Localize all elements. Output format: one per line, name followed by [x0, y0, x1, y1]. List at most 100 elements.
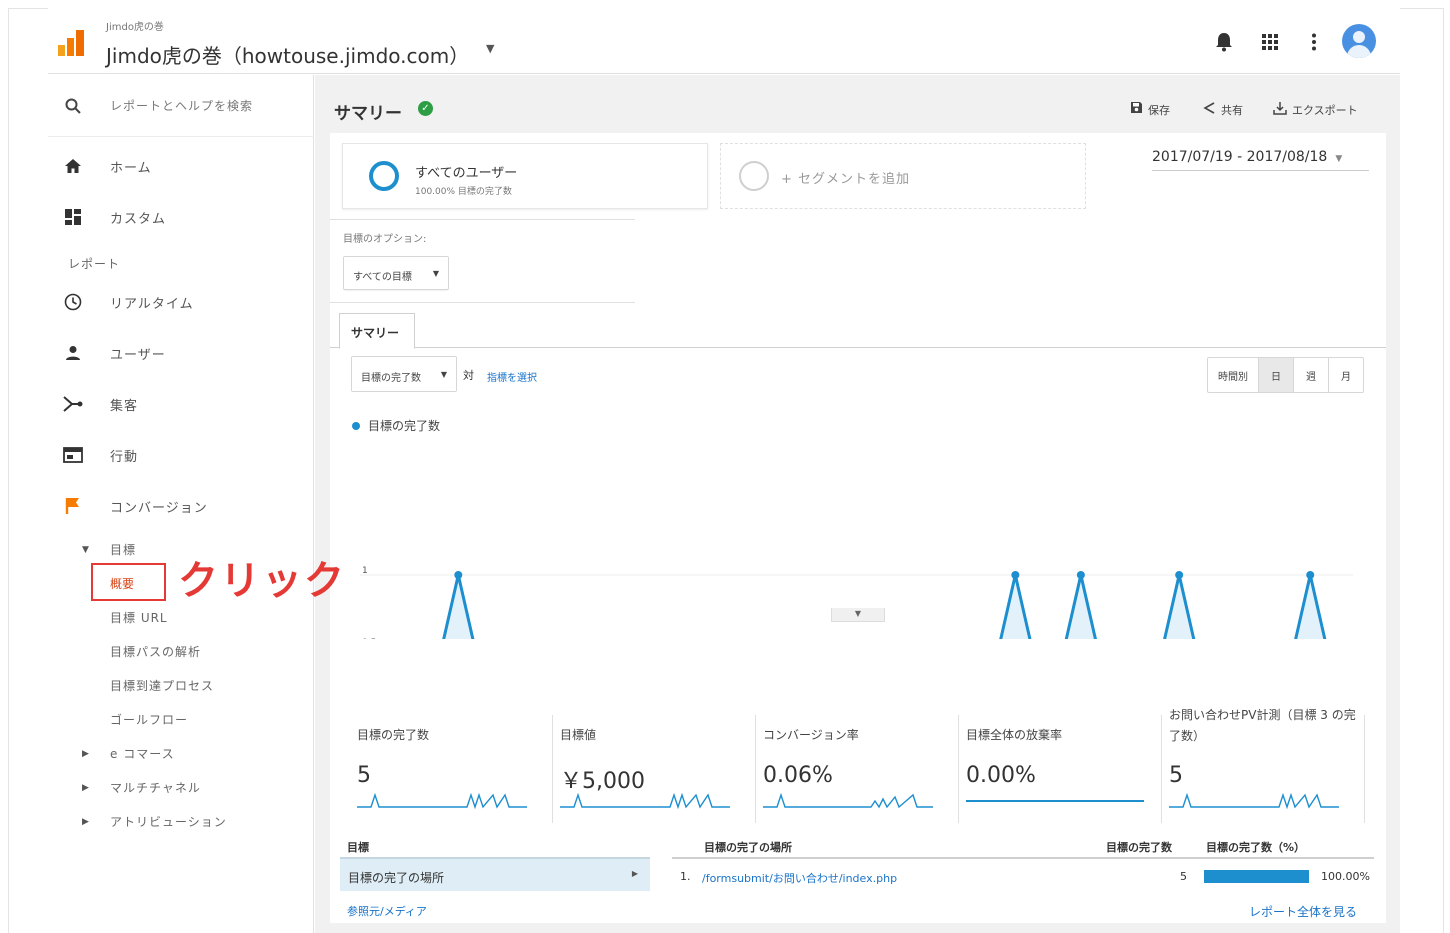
segment-all-users[interactable]: すべてのユーザー 100.00% 目標の完了数: [342, 143, 708, 209]
add-segment-button[interactable]: + セグメントを追加: [720, 143, 1086, 209]
more-vert-icon[interactable]: [1302, 30, 1326, 54]
flag-icon: [62, 495, 84, 517]
goal-completions-chart: 10.57月22日7月29日8月5日8月12日: [360, 566, 1353, 639]
verified-check-icon: ✓: [418, 101, 433, 116]
goal-dimension-selected[interactable]: 目標の完了の場所 ▶: [340, 857, 650, 891]
row-index: 1.: [680, 870, 691, 883]
data-point: [1076, 571, 1085, 579]
scorecard-title: コンバージョン率: [763, 728, 859, 742]
account-view-title[interactable]: Jimdo虎の巻（howtouse.jimdo.com）: [106, 40, 469, 69]
sidebar-section-reports: レポート: [68, 257, 121, 271]
scorecard-sparkline: [966, 800, 1144, 802]
sidebar-item-conversions[interactable]: コンバージョン: [48, 485, 314, 525]
scorecard-title: 目標値: [560, 728, 597, 742]
scorecards: 目標の完了数 5 目標値 ￥5,000 コンバージョン率 0.06% 目標全体の放棄率 0.0…: [330, 708, 1386, 835]
sidebar-item-goal-flow[interactable]: ゴールフロー: [110, 711, 188, 728]
sparkline-path: [763, 793, 933, 809]
export-icon: [1273, 101, 1287, 119]
table-row: 1. /formsubmit/お問い合わせ/index.php 5 100.00…: [672, 857, 1374, 891]
sidebar-item-multichannel[interactable]: マルチチャネル: [110, 779, 201, 796]
sparkline-path: [560, 793, 730, 810]
sidebar-item-goals[interactable]: 目標: [110, 541, 136, 558]
app-header: Jimdo虎の巻 Jimdo虎の巻（howtouse.jimdo.com） ▼: [48, 8, 1400, 74]
home-icon: [62, 155, 84, 177]
sidebar-item-label: ユーザー: [110, 348, 166, 363]
sidebar-item-home[interactable]: ホーム: [48, 145, 314, 185]
scorecard[interactable]: お問い合わせPV計測（目標 3 の完了数） 5: [1162, 708, 1365, 823]
sidebar-item-goals-overview[interactable]: 概要: [91, 563, 166, 601]
scorecard-title: 目標全体の放棄率: [966, 728, 1063, 742]
goal-completion-pct-bar: [1204, 870, 1309, 883]
bell-icon[interactable]: [1212, 30, 1236, 54]
scorecard-sparkline: [763, 793, 933, 809]
collapsed-arrow-icon[interactable]: ▶: [82, 783, 89, 793]
sparkline-path: [1169, 793, 1339, 810]
sidebar-item-ecommerce[interactable]: e コマース: [110, 745, 175, 762]
goal-options-value: すべての目標: [353, 272, 412, 283]
source-medium-link[interactable]: 参照元/メディア: [347, 903, 427, 919]
sidebar-item-custom[interactable]: カスタム: [48, 196, 314, 236]
sidebar: レポートとヘルプを検索 ホーム カスタム レポート リアルタイム ユーザー 集客: [48, 75, 314, 933]
chevron-down-icon: ▼: [432, 269, 439, 278]
account-avatar-icon[interactable]: [1342, 24, 1376, 58]
sidebar-item-label: リアルタイム: [110, 297, 194, 312]
save-button[interactable]: 保存: [1130, 101, 1170, 118]
goal-dimension-label: 目標の完了の場所: [348, 871, 445, 885]
goal-completion-location-link[interactable]: /formsubmit/お問い合わせ/index.php: [702, 870, 897, 886]
share-label: 共有: [1221, 104, 1243, 117]
export-button[interactable]: エクスポート: [1273, 101, 1358, 119]
chevron-down-icon: ▼: [1335, 154, 1343, 164]
search-icon: [62, 95, 84, 117]
sidebar-search[interactable]: レポートとヘルプを検索: [48, 75, 314, 137]
scorecard[interactable]: 目標全体の放棄率 0.00%: [959, 715, 1162, 823]
clock-icon: [62, 291, 84, 313]
tab-summary[interactable]: サマリー: [339, 313, 415, 349]
data-point: [1011, 571, 1020, 579]
scorecard-value: 5: [357, 763, 371, 788]
sidebar-item-behavior[interactable]: 行動: [48, 434, 314, 474]
scorecard-sparkline: [1169, 793, 1339, 810]
main-content: サマリー ✓ 保存 共有 エクスポート すべてのユーザー 100.00% 目標の…: [315, 75, 1400, 933]
goal-completion-count: 5: [1180, 870, 1187, 883]
scorecard[interactable]: 目標値 ￥5,000: [553, 715, 756, 823]
sidebar-item-funnel[interactable]: 目標到達プロセス: [110, 677, 214, 694]
goal-completion-pct: 100.00%: [1321, 870, 1370, 883]
goal-options-select[interactable]: すべての目標 ▼: [343, 256, 449, 290]
scorecard-value: 0.06%: [763, 763, 833, 788]
scorecard-sparkline: [560, 793, 730, 810]
data-point: [454, 571, 463, 579]
y-tick-label: 1: [362, 566, 368, 576]
goal-table-left-header: 目標: [347, 841, 369, 854]
sidebar-item-realtime[interactable]: リアルタイム: [48, 281, 314, 321]
search-input[interactable]: レポートとヘルプを検索: [110, 97, 253, 114]
export-label: エクスポート: [1292, 104, 1358, 117]
segment-subtitle: 100.00% 目標の完了数: [415, 187, 512, 197]
collapse-chart-icon[interactable]: ▼: [831, 608, 885, 622]
scorecard[interactable]: コンバージョン率 0.06%: [756, 715, 959, 823]
merge-arrows-icon: [62, 393, 84, 415]
collapsed-arrow-icon[interactable]: ▶: [82, 749, 89, 759]
scorecard[interactable]: 目標の完了数 5: [350, 715, 553, 823]
expanded-arrow-icon[interactable]: ▼: [82, 545, 89, 555]
sidebar-item-acquisition[interactable]: 集客: [48, 383, 314, 423]
series-line: [442, 573, 1327, 639]
view-full-report-link[interactable]: レポート全体を見る: [1249, 903, 1357, 920]
page-title: サマリー: [334, 104, 402, 124]
share-button[interactable]: 共有: [1202, 101, 1243, 119]
y-tick-label: 0.5: [362, 638, 376, 639]
sidebar-item-attribution[interactable]: アトリビューション: [110, 813, 227, 830]
sidebar-item-label: 集客: [110, 399, 139, 414]
chart-area: 目標の完了数 ▼ 対 指標を選択 時間別 日 週 月 目標の完了数 10.57月…: [330, 349, 1386, 639]
person-icon: [62, 342, 84, 364]
date-range-picker[interactable]: 2017/07/19 - 2017/08/18 ▼: [1152, 149, 1369, 171]
sidebar-item-goal-urls[interactable]: 目標 URL: [110, 609, 168, 626]
data-point: [1175, 571, 1184, 579]
sidebar-item-audience[interactable]: ユーザー: [48, 332, 314, 372]
account-dropdown-icon[interactable]: ▼: [486, 42, 494, 55]
apps-grid-icon[interactable]: [1258, 30, 1282, 54]
sidebar-item-label: コンバージョン: [110, 501, 208, 516]
analytics-logo-icon[interactable]: [58, 30, 84, 56]
sidebar-item-reverse-goal-path[interactable]: 目標パスの解析: [110, 643, 201, 660]
collapsed-arrow-icon[interactable]: ▶: [82, 817, 89, 827]
empty-ring-icon: [739, 161, 769, 191]
